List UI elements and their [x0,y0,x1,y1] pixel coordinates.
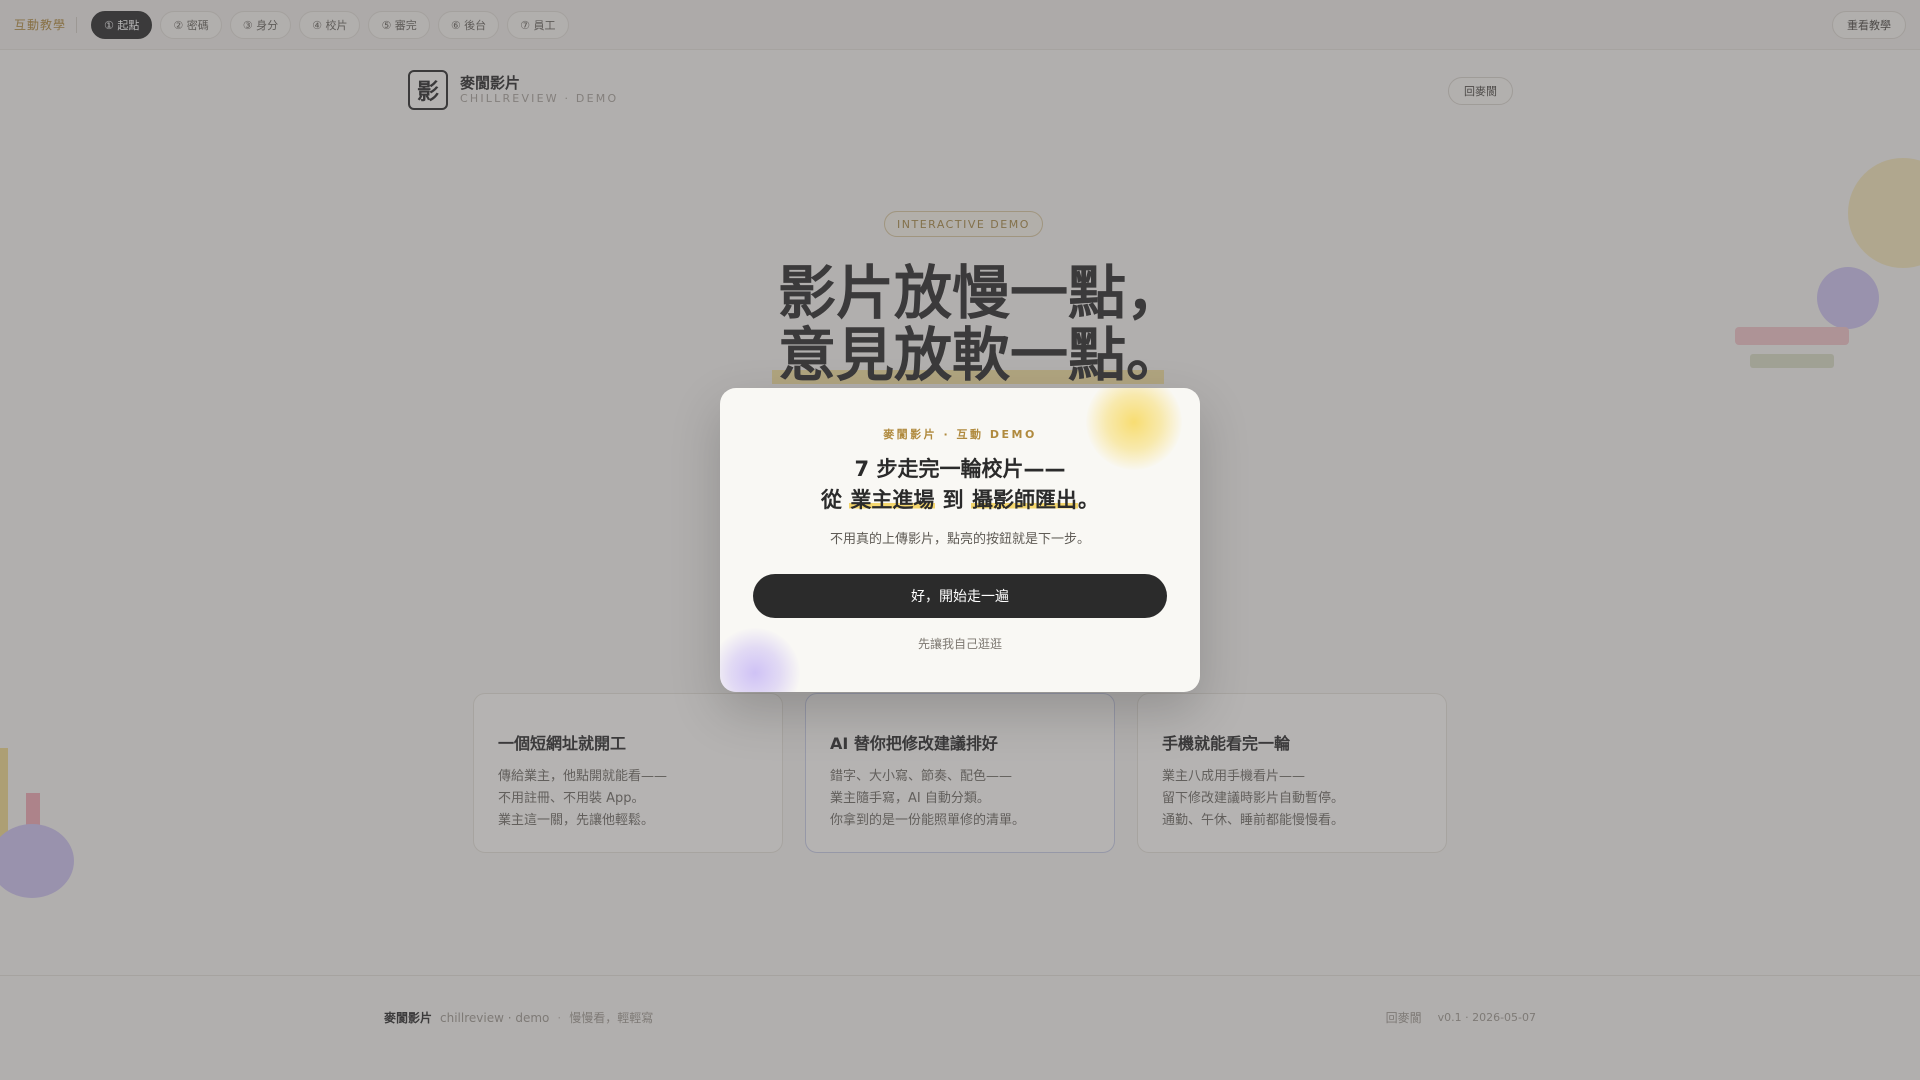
modal-title: 7 步走完一輪校片—— 從 業主進場 到 攝影師匯出。 [720,454,1200,516]
modal-title-highlight-client: 業主進場 [849,488,936,512]
modal-eyebrow: 麥閬影片 · 互動 DEMO [883,428,1037,441]
welcome-modal: 麥閬影片 · 互動 DEMO 7 步走完一輪校片—— 從 業主進場 到 攝影師匯… [720,388,1200,692]
modal-title-suffix: 。 [1077,488,1099,512]
modal-title-prefix: 從 [821,488,843,512]
modal-title-highlight-export: 攝影師匯出 [970,488,1078,512]
skip-tutorial-link[interactable]: 先讓我自己逛逛 [720,635,1200,652]
start-tutorial-button[interactable]: 好，開始走一遍 [753,574,1167,618]
modal-description: 不用真的上傳影片，點亮的按鈕就是下一步。 [829,532,1090,547]
modal-title-mid: 到 [942,488,964,512]
modal-title-line-1: 7 步走完一輪校片—— [854,457,1066,481]
modal-title-line-2: 從 業主進場 到 攝影師匯出。 [720,485,1200,516]
